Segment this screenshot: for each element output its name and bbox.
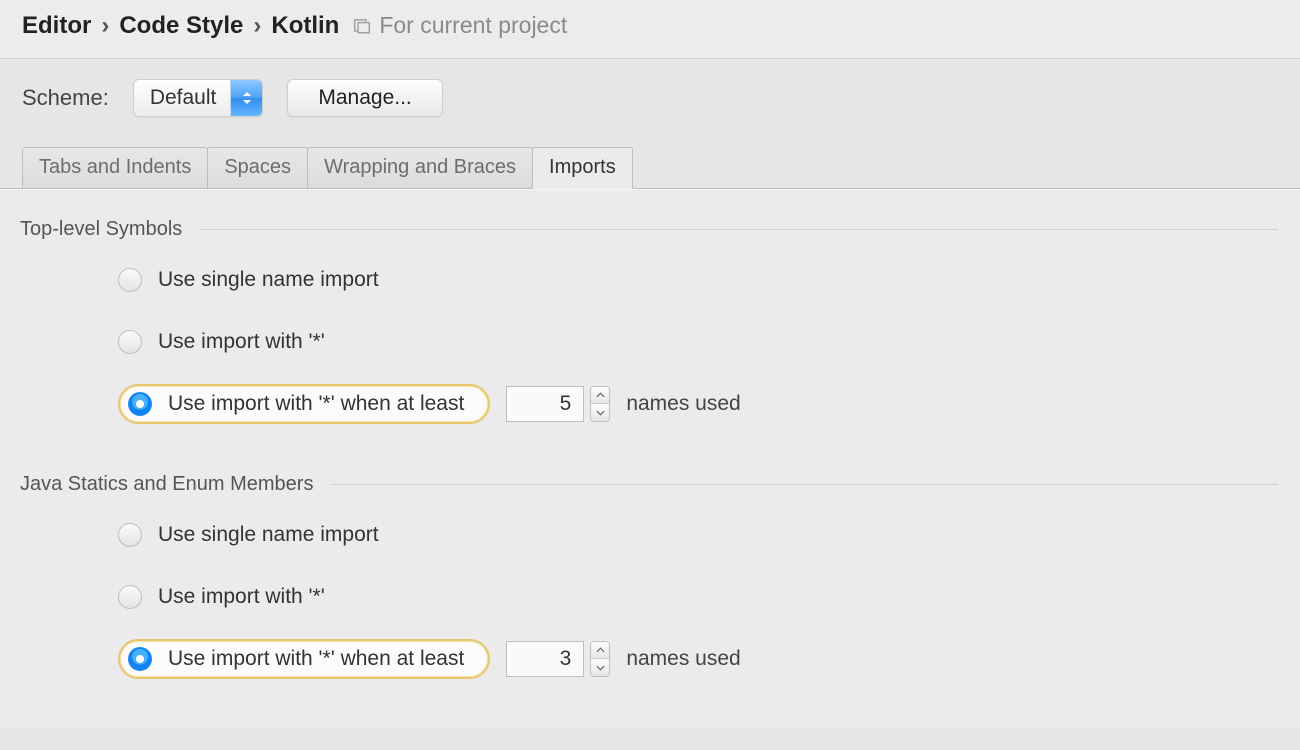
radio-icon: [118, 585, 142, 609]
step-up-icon[interactable]: [591, 642, 609, 659]
top-level-options: Use single name import Use import with '…: [118, 257, 1278, 427]
tab-tabs-and-indents[interactable]: Tabs and Indents: [22, 147, 208, 188]
scheme-dropdown[interactable]: Default: [133, 79, 264, 117]
tab-bar: Tabs and Indents Spaces Wrapping and Bra…: [0, 145, 1300, 189]
tab-wrapping-and-braces[interactable]: Wrapping and Braces: [307, 147, 533, 188]
group-java-statics: Java Statics and Enum Members: [20, 473, 1278, 496]
step-up-icon[interactable]: [591, 387, 609, 404]
breadcrumb-separator: ›: [97, 12, 113, 40]
opt-single-name-import[interactable]: Use single name import: [118, 512, 1278, 558]
radio-icon: [118, 523, 142, 547]
step-down-icon[interactable]: [591, 659, 609, 676]
breadcrumb: Editor › Code Style › Kotlin: [22, 12, 339, 40]
stepper[interactable]: [590, 641, 610, 677]
project-scope-icon: [353, 12, 371, 39]
scheme-value: Default: [150, 86, 217, 110]
scheme-label: Scheme:: [22, 85, 109, 111]
project-scope-label: For current project: [379, 12, 567, 39]
group-top-level-symbols: Top-level Symbols: [20, 218, 1278, 241]
dropdown-caret-icon: [230, 80, 262, 116]
selected-radio-highlight[interactable]: Use import with '*' when at least: [118, 384, 490, 424]
manage-button[interactable]: Manage...: [287, 79, 442, 117]
breadcrumb-codestyle[interactable]: Code Style: [119, 12, 243, 40]
breadcrumb-bar: Editor › Code Style › Kotlin For current…: [0, 0, 1300, 59]
threshold-suffix: names used: [626, 392, 740, 416]
breadcrumb-kotlin: Kotlin: [271, 12, 339, 40]
step-down-icon[interactable]: [591, 404, 609, 421]
opt-import-star[interactable]: Use import with '*': [118, 319, 1278, 365]
opt-import-star[interactable]: Use import with '*': [118, 574, 1278, 620]
radio-icon: [118, 330, 142, 354]
java-statics-options: Use single name import Use import with '…: [118, 512, 1278, 682]
radio-selected-icon: [128, 392, 152, 416]
threshold-count-input[interactable]: [506, 386, 584, 422]
tab-imports[interactable]: Imports: [532, 147, 633, 189]
breadcrumb-separator: ›: [249, 12, 265, 40]
tab-spaces[interactable]: Spaces: [207, 147, 308, 188]
breadcrumb-editor[interactable]: Editor: [22, 12, 91, 40]
threshold-count-input[interactable]: [506, 641, 584, 677]
opt-single-name-import[interactable]: Use single name import: [118, 257, 1278, 303]
threshold-suffix: names used: [626, 647, 740, 671]
opt-import-star-threshold: Use import with '*' when at least names …: [118, 636, 1278, 682]
scheme-row: Scheme: Default Manage...: [0, 59, 1300, 145]
radio-selected-icon: [128, 647, 152, 671]
opt-import-star-threshold: Use import with '*' when at least names …: [118, 381, 1278, 427]
selected-radio-highlight[interactable]: Use import with '*' when at least: [118, 639, 490, 679]
imports-panel: Top-level Symbols Use single name import…: [0, 189, 1300, 729]
radio-icon: [118, 268, 142, 292]
stepper[interactable]: [590, 386, 610, 422]
